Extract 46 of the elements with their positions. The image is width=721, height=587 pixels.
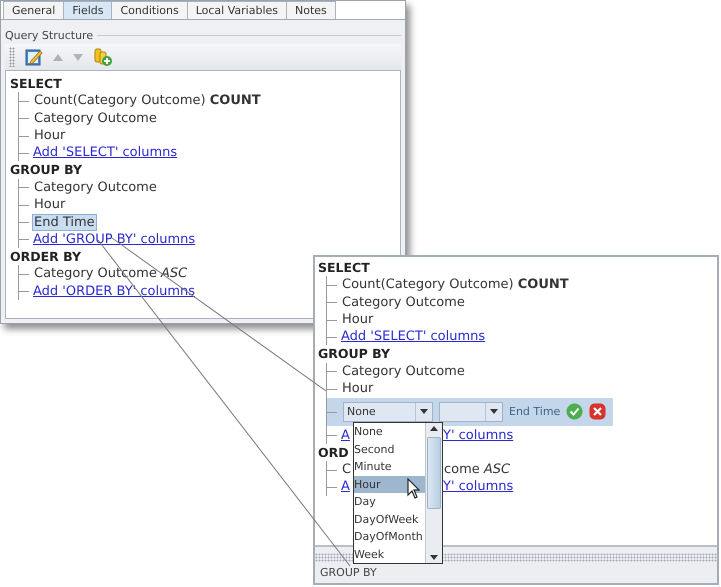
caret-icon	[490, 409, 498, 414]
add-columns-link[interactable]: Y' columns	[443, 478, 514, 496]
add-columns-link[interactable]: Y' columns	[443, 426, 514, 444]
tree-item[interactable]: Hour	[341, 381, 374, 396]
caret-icon	[420, 409, 428, 414]
tree-item[interactable]: Category Outcome	[33, 180, 158, 195]
tree-item[interactable]: Count(Category Outcome) COUNT	[341, 277, 570, 292]
tree-item[interactable]: Hour	[33, 128, 66, 144]
cancel-icon[interactable]	[589, 403, 606, 420]
column-label: End Time	[509, 404, 560, 420]
scroll-down-icon	[430, 555, 438, 560]
tree-item[interactable]: Category Outcome	[33, 110, 158, 126]
tab[interactable]: Fields	[63, 1, 112, 19]
section-heading: ORD	[318, 444, 349, 461]
tree-item[interactable]: Category Outcome	[341, 364, 466, 379]
tree-item[interactable]: Category Outcome	[341, 294, 466, 310]
section-heading: SELECT	[10, 75, 62, 92]
tab[interactable]: Conditions	[111, 1, 188, 19]
add-columns-link[interactable]: A	[341, 479, 350, 494]
section-heading: ORDER BY	[10, 248, 82, 266]
tree-item[interactable]: Count(Category Outcome) COUNT	[33, 93, 262, 108]
section-heading: GROUP BY	[318, 345, 390, 363]
add-columns-link[interactable]: Add 'GROUP BY' columns	[33, 230, 196, 248]
add-columns-link[interactable]: Add 'SELECT' columns	[341, 328, 486, 346]
section-heading: SELECT	[318, 259, 370, 276]
tab[interactable]: Notes	[286, 1, 336, 19]
confirm-icon[interactable]	[566, 403, 584, 420]
tab[interactable]: General	[3, 1, 64, 19]
scrollbar[interactable]	[425, 423, 442, 563]
tree-item[interactable]: Hour	[341, 312, 374, 328]
tab[interactable]: Local Variables	[186, 1, 287, 19]
tree-item[interactable]: End Time	[33, 214, 96, 230]
add-column-icon[interactable]	[93, 47, 113, 67]
group-title: GROUP BY	[319, 566, 378, 579]
add-columns-link[interactable]: Add 'SELECT' columns	[33, 144, 178, 162]
value-dropdown[interactable]	[439, 402, 503, 422]
mouse-pointer-icon	[407, 478, 421, 500]
section-heading: GROUP BY	[10, 161, 82, 179]
add-columns-link[interactable]: A	[341, 428, 350, 443]
tree-item[interactable]: C	[341, 462, 352, 478]
function-dropdown[interactable]: None	[343, 402, 433, 422]
tree-item[interactable]: come ASC	[443, 462, 512, 478]
grip-icon	[9, 47, 15, 67]
group-title: Query Structure	[5, 28, 94, 42]
edit-icon[interactable]	[25, 48, 43, 66]
tree-item[interactable]: Hour	[33, 197, 66, 212]
